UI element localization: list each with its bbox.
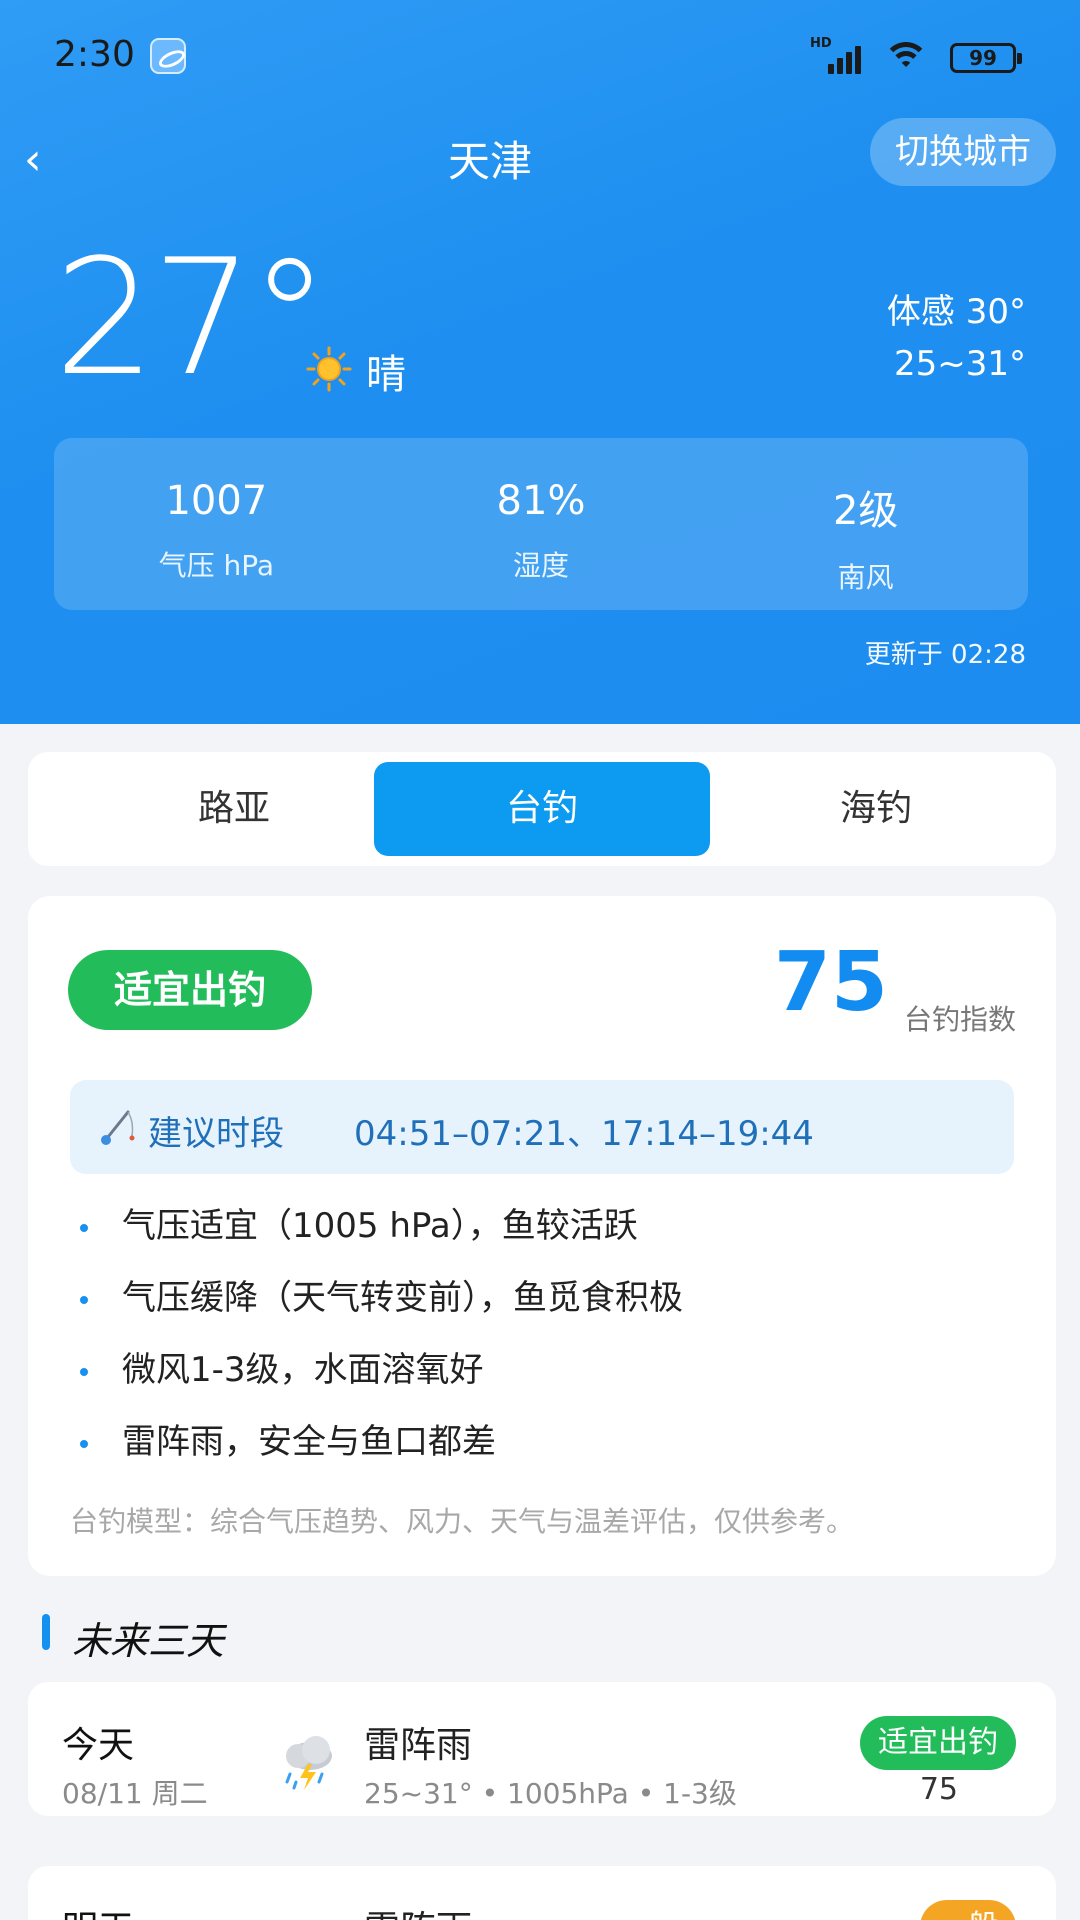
fishing-index-value: 75: [773, 935, 888, 1030]
humidity-label: 湿度: [513, 549, 570, 582]
temperature-range: 25~31°: [893, 344, 1026, 384]
sun-icon: [306, 346, 352, 392]
thunderstorm-icon: [285, 1736, 332, 1790]
status-bar: 2:30 HD 99: [0, 0, 1080, 110]
wind-value: 2级: [832, 488, 899, 534]
tab-platform-fishing[interactable]: 台钓: [374, 762, 710, 856]
list-item: 气压缓降（天气转变前），鱼觅食积极: [68, 1274, 1018, 1346]
day-name: 今天: [62, 1725, 135, 1766]
status-time: 2:30: [54, 34, 135, 75]
list-item: 气压适宜（1005 hPa），鱼较活跃: [68, 1202, 1018, 1274]
app-notification-icon: [150, 38, 186, 74]
humidity-stat: 81% 湿度: [379, 438, 704, 610]
weather-condition: 晴: [366, 352, 406, 398]
day-date: 08/11 周二: [62, 1777, 208, 1810]
period-times: 04:51–07:21、17:14–19:44: [354, 1114, 814, 1154]
forecast-day-card[interactable]: 今天 08/11 周二 雷阵雨 25~31° • 1005hPa • 1-3级 …: [28, 1682, 1056, 1816]
tab-lure[interactable]: 路亚: [66, 762, 402, 856]
pressure-label: 气压 hPa: [158, 549, 275, 582]
day-name: 明天: [62, 1900, 134, 1920]
city-title: 天津: [447, 137, 532, 186]
day-suitability-badge: 适宜出钓: [860, 1716, 1016, 1770]
suitability-badge: 适宜出钓: [68, 950, 312, 1030]
fishing-mode-tabs: 路亚 台钓 海钓: [28, 752, 1056, 866]
pressure-stat: 1007 气压 hPa: [54, 438, 379, 610]
model-note: 台钓模型：综合气压趋势、风力、天气与温差评估，仅供参考。: [70, 1505, 855, 1538]
day-weather: 雷阵雨: [364, 1900, 472, 1920]
status-indicators: HD 99: [810, 36, 1022, 78]
forecast-section-title: 未来三天: [72, 1619, 225, 1663]
section-accent-bar: [42, 1614, 50, 1650]
hd-label: HD: [810, 36, 832, 51]
fishing-tips-list: 气压适宜（1005 hPa），鱼较活跃 气压缓降（天气转变前），鱼觅食积极 微风…: [68, 1202, 1018, 1490]
day-score: 75: [919, 1772, 958, 1807]
wifi-icon: [882, 40, 930, 76]
list-item: 微风1-3级，水面溶氧好: [68, 1346, 1018, 1418]
update-time: 更新于 02:28: [864, 640, 1026, 670]
current-temperature: 27°: [54, 224, 330, 411]
list-item: 雷阵雨，安全与鱼口都差: [68, 1418, 1018, 1490]
forecast-day-card[interactable]: 明天 雷阵雨 一般: [28, 1866, 1056, 1920]
fishing-index-label: 台钓指数: [903, 1003, 1016, 1036]
cellular-signal-icon: HD: [810, 36, 862, 76]
day-suitability-badge: 一般: [920, 1900, 1016, 1920]
humidity-value: 81%: [496, 478, 586, 524]
switch-city-button[interactable]: 切换城市: [870, 118, 1056, 186]
weather-header: 2:30 HD 99 ‹ 天津 切换城市 27° 晴 体感 30° 25~31°…: [0, 0, 1080, 724]
day-details: 25~31° • 1005hPa • 1-3级: [364, 1777, 737, 1810]
tab-sea-fishing[interactable]: 海钓: [708, 762, 1044, 856]
wind-stat: 2级 南风: [703, 438, 1028, 610]
pressure-value: 1007: [165, 478, 268, 524]
fishing-index-card: 适宜出钓 75 台钓指数 建议时段 04:51–07:21、17:14–19:4…: [28, 896, 1056, 1576]
period-label: 建议时段: [148, 1114, 284, 1154]
weather-stats-panel: 1007 气压 hPa 81% 湿度 2级 南风: [54, 438, 1028, 610]
fishing-rod-icon: [101, 1110, 135, 1145]
feels-like: 体感 30°: [886, 292, 1026, 332]
battery-icon: 99: [950, 43, 1022, 73]
suggested-period: 建议时段 04:51–07:21、17:14–19:44: [70, 1080, 1014, 1174]
wind-label: 南风: [837, 561, 894, 594]
day-weather: 雷阵雨: [364, 1725, 473, 1766]
